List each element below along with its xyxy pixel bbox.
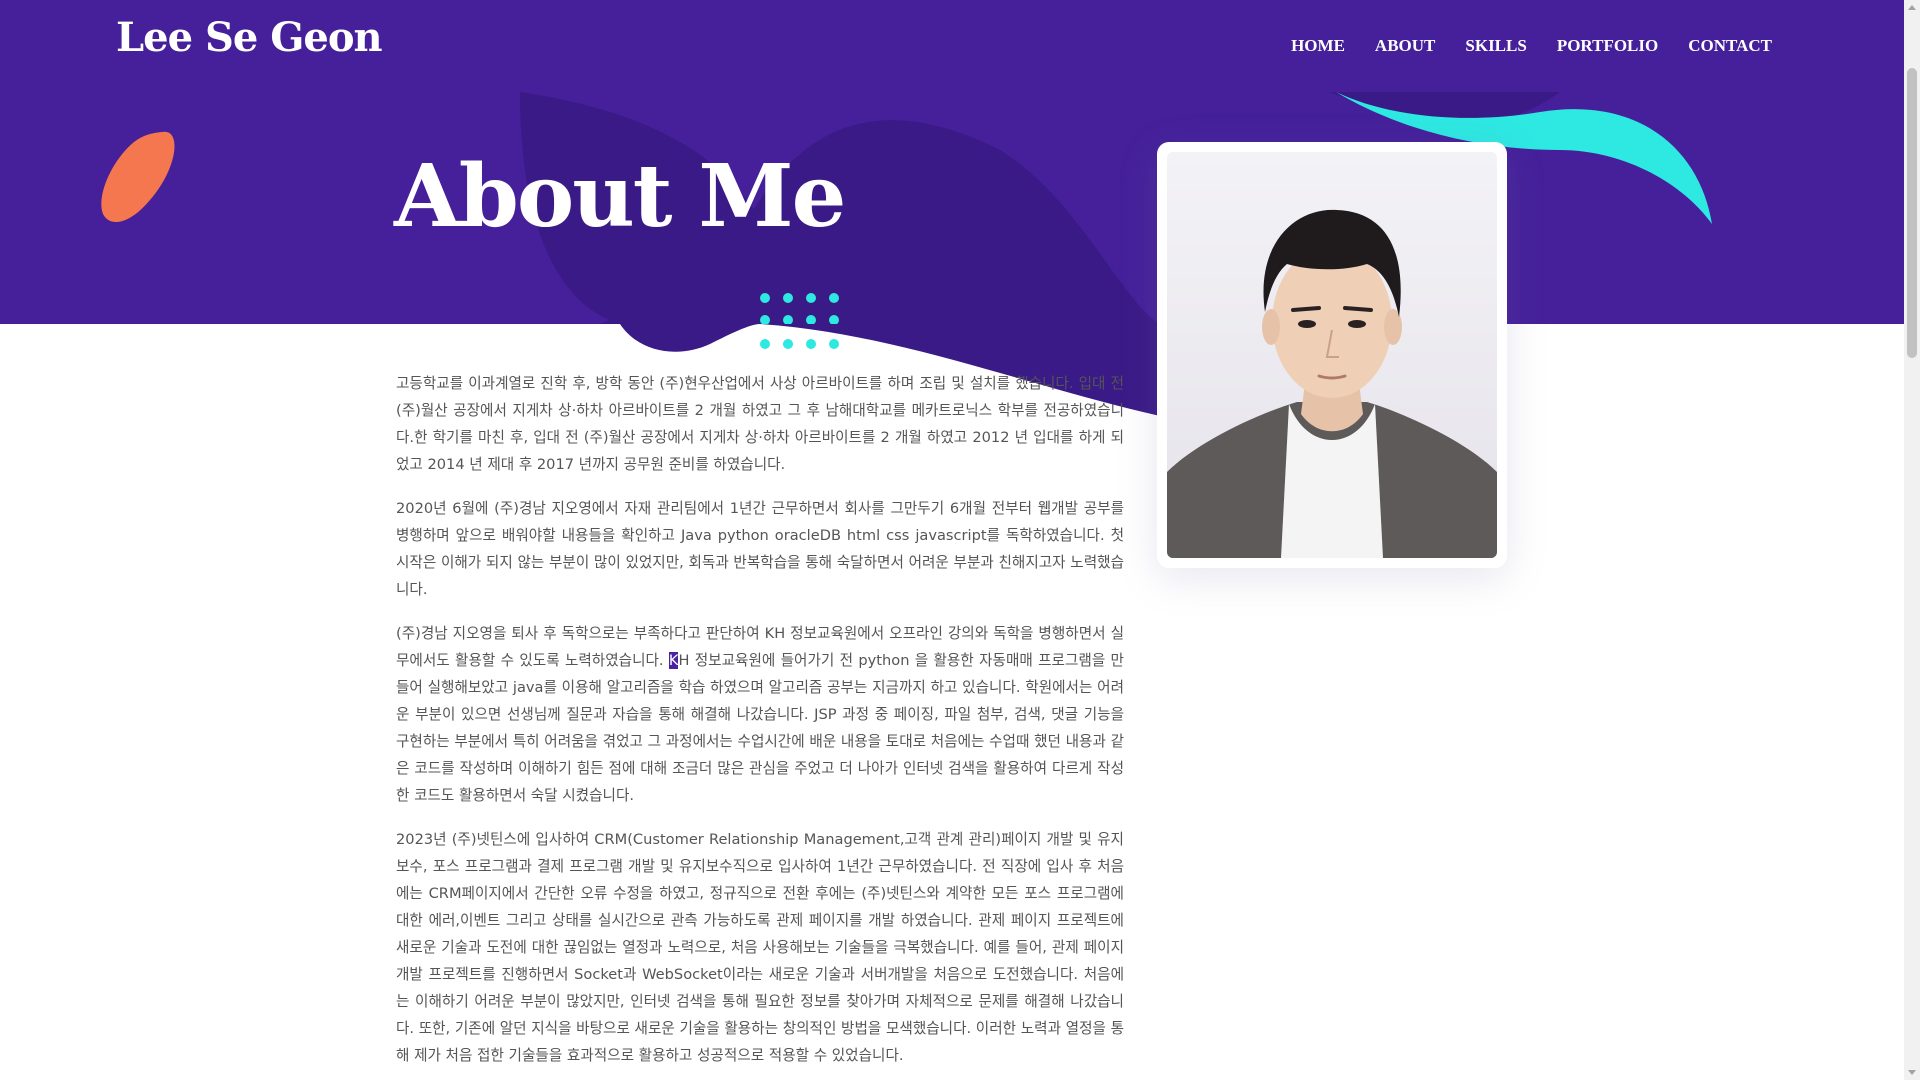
nav-skills[interactable]: SKILLS [1465, 36, 1526, 56]
scroll-down-icon[interactable] [1908, 1070, 1916, 1075]
page-title: About Me [394, 146, 846, 247]
profile-photo-card [1157, 142, 1507, 568]
nav-about[interactable]: ABOUT [1375, 36, 1435, 56]
about-content: 고등학교를 이과계열로 진학 후, 방학 동안 (주)현우산업에서 사상 아르바… [396, 370, 1124, 1080]
about-paragraph-3: (주)경남 지오영을 퇴사 후 독학으로는 부족하다고 판단하여 KH 정보교육… [396, 620, 1124, 809]
profile-photo [1167, 152, 1497, 558]
nav-portfolio[interactable]: PORTFOLIO [1557, 36, 1658, 56]
main-nav: HOME ABOUT SKILLS PORTFOLIO CONTACT [1291, 36, 1772, 56]
nav-contact[interactable]: CONTACT [1688, 36, 1772, 56]
scrollbar-thumb[interactable] [1907, 68, 1917, 358]
about-paragraph-3b: H 정보교육원에 들어가기 전 python 을 활용한 자동매매 프로그램을 … [396, 652, 1124, 804]
page-scrollbar[interactable] [1904, 0, 1920, 1080]
about-paragraph-2: 2020년 6월에 (주)경남 지오영에서 자재 관리팀에서 1년간 근무하면서… [396, 500, 1124, 598]
site-logo[interactable]: Lee Se Geon [116, 14, 383, 61]
about-paragraph-1: 고등학교를 이과계열로 진학 후, 방학 동안 (주)현우산업에서 사상 아르바… [396, 375, 1124, 473]
scroll-up-icon[interactable] [1908, 5, 1916, 10]
about-paragraph-4: 2023년 (주)넷틴스에 입사하여 CRM(Customer Relation… [396, 831, 1124, 1064]
site-header: Lee Se Geon HOME ABOUT SKILLS PORTFOLIO … [0, 0, 1904, 92]
nav-home[interactable]: HOME [1291, 36, 1345, 56]
